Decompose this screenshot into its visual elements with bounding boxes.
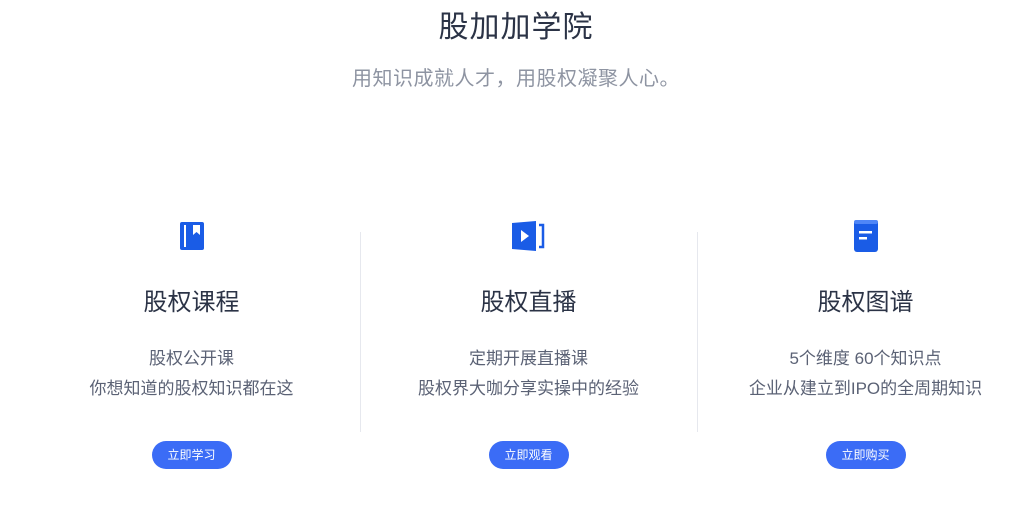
page-subtitle: 用知识成就人才，用股权凝聚人心。 [352, 68, 680, 90]
buy-now-button[interactable]: 立即购买 [825, 441, 906, 469]
book-icon [172, 216, 212, 256]
card-desc-line2: 股权界大咖分享实操中的经验 [418, 379, 639, 398]
card-desc-line1: 股权公开课 [149, 349, 234, 368]
watch-now-button[interactable]: 立即观看 [488, 441, 569, 469]
card-desc-line1: 5个维度 60个知识点 [789, 349, 942, 368]
card-equity-live: 股权直播 定期开展直播课 股权界大咖分享实操中的经验 立即观看 [360, 210, 697, 500]
card-equity-course: 股权课程 股权公开课 你想知道的股权知识都在这 立即学习 [23, 210, 360, 500]
card-desc-line2: 企业从建立到IPO的全周期知识 [748, 379, 983, 398]
page-title: 股加加学院 [438, 11, 594, 44]
card-desc-line1: 定期开展直播课 [469, 349, 588, 368]
card-title: 股权图谱 [817, 289, 914, 316]
document-icon [846, 216, 886, 256]
page: 股加加学院 用知识成就人才，用股权凝聚人心。 股权课程 股权公开课 你想知道的股… [0, 0, 1032, 524]
feature-cards: 股权课程 股权公开课 你想知道的股权知识都在这 立即学习 股权直播 定期开展直播… [23, 210, 1032, 500]
card-title: 股权课程 [143, 289, 240, 316]
video-play-icon [509, 216, 549, 256]
card-desc-line2: 你想知道的股权知识都在这 [89, 379, 294, 398]
learn-now-button[interactable]: 立即学习 [151, 441, 232, 469]
card-title: 股权直播 [480, 289, 577, 316]
card-equity-map: 股权图谱 5个维度 60个知识点 企业从建立到IPO的全周期知识 立即购买 [697, 210, 1032, 500]
